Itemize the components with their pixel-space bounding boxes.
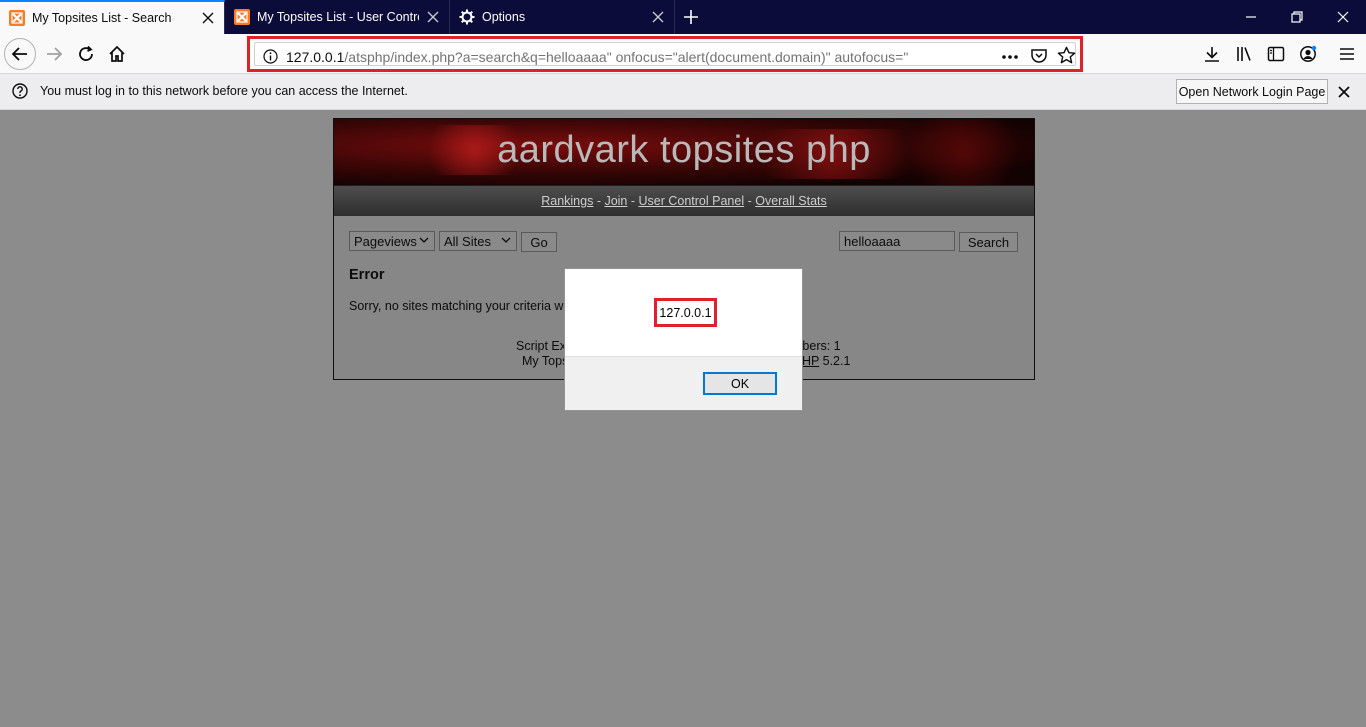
search-button[interactable]: Search xyxy=(959,232,1018,252)
nav-link-rankings[interactable]: Rankings xyxy=(541,194,593,208)
category-select-value: All Sites xyxy=(444,234,491,249)
home-button[interactable] xyxy=(101,38,133,70)
reload-button[interactable] xyxy=(70,38,102,70)
footer-copyright: My Tops xyxy=(522,354,569,368)
page-actions-icon[interactable] xyxy=(1001,50,1019,64)
close-tab-icon[interactable] xyxy=(200,10,216,26)
site-banner: aardvark topsites php xyxy=(334,119,1034,185)
alert-message: 127.0.0.1 xyxy=(654,298,717,327)
nav-separator: - xyxy=(744,194,756,208)
category-select[interactable]: All Sites xyxy=(439,231,517,251)
tab-options[interactable]: Options xyxy=(450,0,675,34)
chevron-down-icon xyxy=(501,237,511,243)
error-message: Sorry, no sites matching your criteria w… xyxy=(349,299,571,313)
pocket-icon[interactable] xyxy=(1030,47,1048,65)
notification-message: You must log in to this network before y… xyxy=(40,84,408,98)
nav-link-overall-stats[interactable]: Overall Stats xyxy=(755,194,827,208)
footer-version: HP 5.2.1 xyxy=(802,354,850,368)
tab-title: My Topsites List - User Control xyxy=(257,10,419,24)
new-tab-button[interactable] xyxy=(675,0,707,34)
bookmark-star-icon[interactable] xyxy=(1057,46,1076,65)
tab-topsites-user-control[interactable]: My Topsites List - User Control xyxy=(225,0,450,34)
open-network-login-button[interactable]: Open Network Login Page xyxy=(1176,79,1328,104)
nav-separator: - xyxy=(627,194,639,208)
url-host: 127.0.0.1 xyxy=(286,49,345,65)
close-tab-icon[interactable] xyxy=(425,9,441,25)
alert-button-area: OK xyxy=(565,356,802,410)
xampp-favicon-icon xyxy=(9,10,25,26)
minimize-window-button[interactable] xyxy=(1228,0,1274,34)
back-button[interactable] xyxy=(4,38,36,70)
minimize-icon xyxy=(1246,16,1256,18)
xampp-favicon-icon xyxy=(234,9,250,25)
sidebar-button[interactable] xyxy=(1260,38,1292,70)
gear-icon xyxy=(459,9,475,25)
hamburger-menu-icon xyxy=(1340,48,1354,60)
nav-link-join[interactable]: Join xyxy=(604,194,627,208)
help-icon xyxy=(12,83,28,99)
error-heading: Error xyxy=(349,267,385,283)
library-icon xyxy=(1237,47,1251,61)
footer-version-number: 5.2.1 xyxy=(819,354,851,368)
go-button[interactable]: Go xyxy=(521,232,557,252)
menu-button[interactable] xyxy=(1331,38,1363,70)
library-button[interactable] xyxy=(1228,38,1260,70)
close-tab-icon[interactable] xyxy=(650,9,666,25)
tab-strip: My Topsites List - Search My Topsites Li… xyxy=(0,0,1366,34)
nav-link-user-control-panel[interactable]: User Control Panel xyxy=(639,194,745,208)
plus-icon xyxy=(684,10,698,24)
sort-select-value: Pageviews xyxy=(354,234,417,249)
banner-title: aardvark topsites php xyxy=(497,129,871,171)
footer-script-execution: Script Ex xyxy=(516,339,567,353)
account-icon xyxy=(1300,45,1317,62)
url-bar[interactable]: 127.0.0.1/atsphp/index.php?a=search&q=he… xyxy=(254,42,1076,66)
account-button[interactable] xyxy=(1292,38,1324,70)
reload-icon xyxy=(79,45,93,61)
footer-link[interactable]: HP xyxy=(802,354,819,368)
restore-window-button[interactable] xyxy=(1274,0,1320,34)
close-icon xyxy=(1337,11,1349,23)
url-path: /atsphp/index.php?a=search&q=helloaaaa" … xyxy=(344,49,909,65)
close-window-button[interactable] xyxy=(1320,0,1366,34)
back-arrow-icon xyxy=(11,47,27,61)
forward-button[interactable] xyxy=(38,38,70,70)
tab-title: Options xyxy=(482,10,526,24)
restore-icon xyxy=(1291,11,1303,23)
tab-title: My Topsites List - Search xyxy=(32,11,172,25)
site-navigation: Rankings - Join - User Control Panel - O… xyxy=(334,185,1034,216)
download-icon xyxy=(1205,47,1219,62)
sort-select[interactable]: Pageviews xyxy=(349,231,435,251)
sidebar-icon xyxy=(1267,46,1285,62)
info-icon[interactable] xyxy=(263,49,278,64)
search-input-value: helloaaaa xyxy=(844,234,901,249)
downloads-button[interactable] xyxy=(1196,38,1228,70)
search-input[interactable]: helloaaaa xyxy=(839,231,955,251)
close-notification-icon[interactable] xyxy=(1338,86,1350,98)
nav-separator: - xyxy=(593,194,605,208)
ok-button[interactable]: OK xyxy=(703,372,777,395)
chevron-down-icon xyxy=(419,237,429,243)
alert-dialog: 127.0.0.1 OK xyxy=(564,268,803,411)
tab-topsites-search[interactable]: My Topsites List - Search xyxy=(0,0,225,34)
home-icon xyxy=(109,45,125,62)
navigation-toolbar: 127.0.0.1/atsphp/index.php?a=search&q=he… xyxy=(0,34,1366,74)
captive-portal-notification: You must log in to this network before y… xyxy=(0,74,1366,110)
url-bar-highlight: 127.0.0.1/atsphp/index.php?a=search&q=he… xyxy=(247,36,1083,72)
forward-arrow-icon xyxy=(47,47,63,61)
url-text[interactable]: 127.0.0.1/atsphp/index.php?a=search&q=he… xyxy=(286,49,908,65)
